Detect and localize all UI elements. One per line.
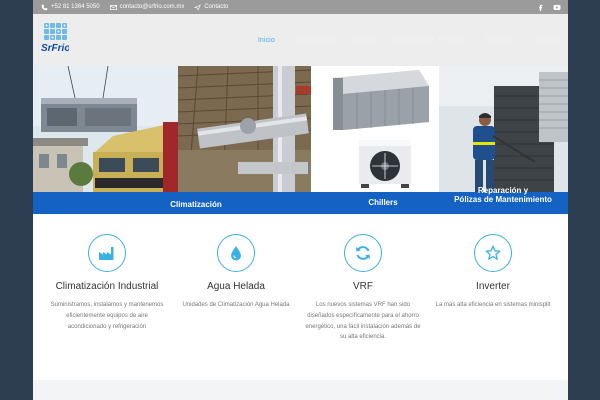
youtube-icon[interactable] bbox=[553, 4, 561, 11]
nav-item-chillers[interactable]: Chillers bbox=[352, 37, 376, 44]
service-icon-circle[interactable] bbox=[88, 234, 126, 272]
service-title: Agua Helada bbox=[207, 281, 265, 292]
refresh-icon bbox=[356, 246, 370, 260]
nav-item-climatizacion[interactable]: Climatizacion bbox=[292, 37, 335, 44]
hero-label-reparacion[interactable]: Reparación y Pólizas de Mantenimiento bbox=[438, 186, 568, 204]
service-agua-helada[interactable]: Agua Helada Unidades de Climatización Ag… bbox=[176, 234, 296, 311]
phone-icon bbox=[41, 4, 48, 10]
service-icon-circle[interactable] bbox=[474, 234, 512, 272]
email-address: contacto@srfrio.com.mx bbox=[119, 4, 185, 10]
services-section: Climatización Industrial Suministramos, … bbox=[33, 214, 568, 380]
hero-image-chillers bbox=[311, 66, 439, 192]
hero-image-maintenance bbox=[439, 66, 568, 192]
factory-icon bbox=[99, 247, 114, 260]
contact-item[interactable]: Contacto bbox=[194, 3, 229, 11]
service-inverter[interactable]: Inverter La más alta eficiencia en siste… bbox=[433, 234, 553, 311]
water-drop-icon bbox=[231, 246, 241, 261]
service-description: Suministramos, instalamos y mantenemos e… bbox=[50, 302, 164, 330]
contact-link: Contacto bbox=[204, 4, 229, 10]
service-climatizacion-industrial[interactable]: Climatización Industrial Suministramos, … bbox=[47, 234, 167, 332]
nav-item-servicios[interactable]: Servicios bbox=[485, 37, 514, 44]
nav-item-vrf-inverter[interactable]: Sistema VRF e Inverter bbox=[393, 37, 468, 44]
footer-strip bbox=[33, 380, 568, 400]
service-icon-circle[interactable] bbox=[344, 234, 382, 272]
service-title: Climatización Industrial bbox=[55, 281, 159, 292]
page: +52 81 1364 5050 contacto@srfrio.com.mx … bbox=[33, 0, 568, 400]
phone-number: +52 81 1364 5050 bbox=[51, 4, 100, 10]
phone-item[interactable]: +52 81 1364 5050 bbox=[41, 4, 100, 11]
nav-item-contacto[interactable]: Contacto bbox=[531, 37, 560, 44]
social-links bbox=[537, 4, 561, 11]
hero-slider[interactable]: Climatización Chillers Reparación y Póli… bbox=[33, 66, 568, 214]
service-icon-circle[interactable] bbox=[217, 234, 255, 272]
hero-caption-band: Climatización Chillers Reparación y Póli… bbox=[33, 186, 568, 214]
star-icon bbox=[485, 245, 501, 260]
send-icon bbox=[194, 3, 202, 11]
service-description: La más alta eficiencia en sistemas minis… bbox=[435, 302, 551, 308]
main-nav: Inicio Climatizacion Chillers Sistema VR… bbox=[258, 14, 560, 66]
logo[interactable]: SrFrio bbox=[41, 23, 70, 57]
hero-label-climatizacion[interactable]: Climatización bbox=[151, 200, 241, 209]
envelope-icon bbox=[109, 4, 117, 10]
service-description: Unidades de Climatización Agua Helada bbox=[182, 302, 290, 308]
service-vrf[interactable]: VRF Los nuevos sistemas VRF han sido dis… bbox=[303, 234, 423, 343]
top-bar: +52 81 1364 5050 contacto@srfrio.com.mx … bbox=[33, 0, 568, 14]
hero-image-industrial-ducts bbox=[178, 66, 311, 192]
site-header: SrFrio Inicio Climatizacion Chillers Sis… bbox=[33, 14, 568, 66]
service-description: Los nuevos sistemas VRF han sido diseñad… bbox=[305, 302, 421, 341]
nav-item-inicio[interactable]: Inicio bbox=[258, 37, 275, 44]
email-item[interactable]: contacto@srfrio.com.mx bbox=[109, 4, 185, 11]
facebook-icon[interactable] bbox=[537, 4, 544, 11]
service-title: Inverter bbox=[476, 281, 510, 292]
hero-label-chillers[interactable]: Chillers bbox=[353, 198, 413, 207]
service-title: VRF bbox=[353, 281, 373, 292]
logo-text: SrFrio bbox=[41, 43, 69, 54]
logo-mark: SrFrio bbox=[41, 23, 70, 54]
hero-image-rooftop-install bbox=[33, 66, 178, 192]
